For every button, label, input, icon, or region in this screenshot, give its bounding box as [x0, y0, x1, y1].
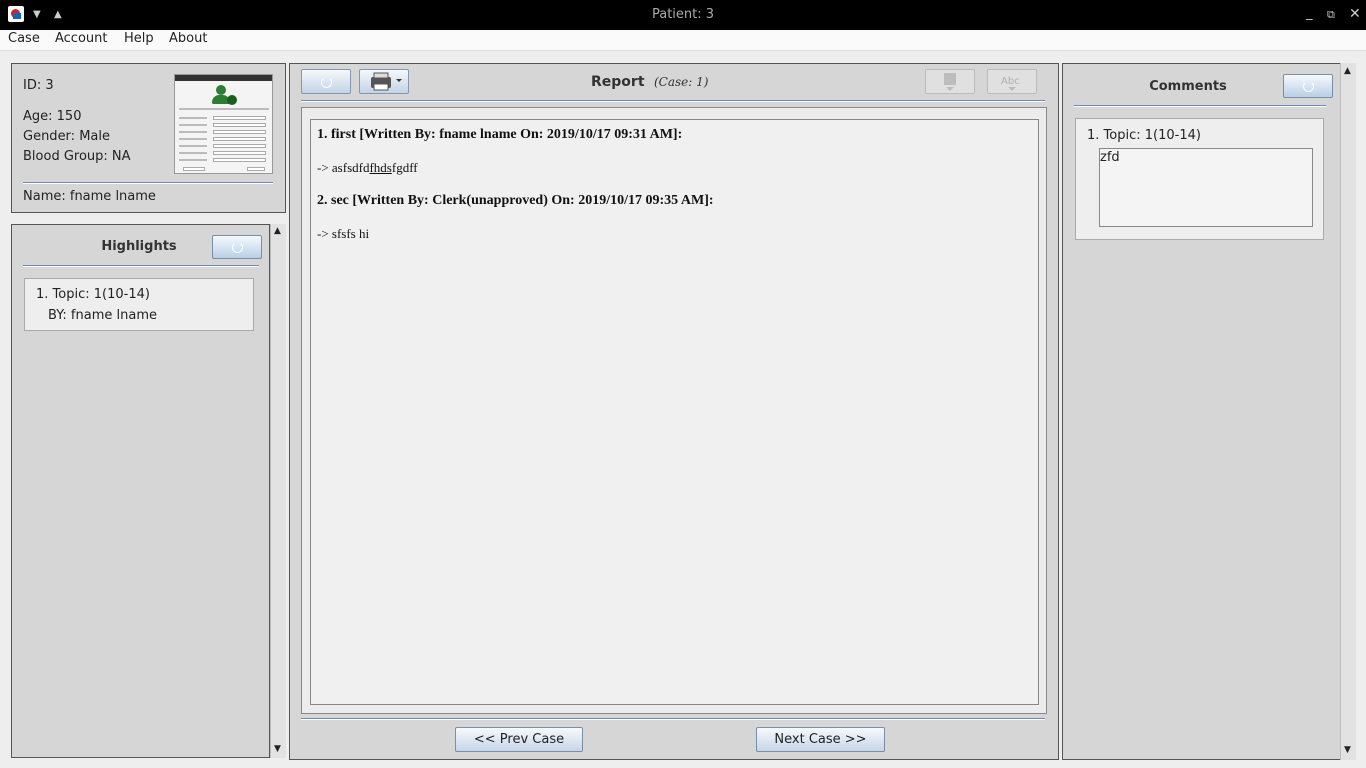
spellcheck-icon: Abc [1001, 76, 1020, 91]
scroll-up-icon[interactable]: ▲ [1344, 66, 1351, 76]
patient-id: ID: 3 [23, 78, 54, 93]
list-item[interactable]: 1. Topic: 1(10-14) BY: fname lname [24, 278, 254, 331]
printer-icon [371, 72, 402, 91]
next-case-button[interactable]: Next Case >> [756, 727, 885, 752]
highlights-scrollbar[interactable]: ▲ ▼ [270, 224, 286, 758]
comment-topic: 1. Topic: 1(10-14) [1087, 128, 1201, 143]
menu-case[interactable]: Case [8, 31, 40, 46]
divider [301, 718, 1045, 720]
menu-account[interactable]: Account [55, 31, 108, 46]
title-bar: ▼ ▲ Patient: 3 _ ⧉ ✕ [0, 0, 1366, 30]
spellcheck-button[interactable]: Abc [987, 69, 1037, 94]
prev-case-button[interactable]: << Prev Case [455, 727, 583, 752]
report-entry-title: 1. first [Written By: fname lname On: 20… [317, 127, 683, 142]
case-label: (Case: 1) [654, 75, 709, 89]
report-panel: Report (Case: 1) Abc 1. first [Written B… [289, 63, 1059, 760]
refresh-icon [232, 242, 243, 253]
menu-bar: Case Account Help About [0, 30, 1366, 51]
report-entry-text: -> sfsfs hi [317, 226, 370, 241]
add-user-icon [216, 85, 226, 95]
refresh-icon [1303, 81, 1314, 92]
scroll-up-icon[interactable]: ▲ [274, 226, 281, 236]
highlight-topic: 1. Topic: 1(10-14) [36, 287, 150, 302]
divider [1074, 105, 1326, 107]
report-refresh-button[interactable] [301, 69, 351, 94]
report-entry-text: -> asfsdfdfhdsfgdff [317, 160, 418, 175]
comments-panel: Comments 1. Topic: 1(10-14) zfd [1062, 63, 1356, 760]
report-heading: Report [591, 74, 645, 90]
divider [23, 265, 259, 267]
patient-info-panel: ID: 3 Age: 150 Gender: Male Blood Group:… [11, 63, 286, 213]
divider [301, 100, 1045, 102]
scroll-down-icon[interactable]: ▼ [1344, 745, 1351, 755]
patient-gender: Gender: Male [23, 129, 110, 144]
window-title: Patient: 3 [651, 7, 715, 22]
comment-text-field[interactable]: zfd [1099, 148, 1313, 227]
bookmark-button[interactable] [925, 69, 975, 94]
patient-blood-group: Blood Group: NA [23, 149, 131, 164]
divider [23, 182, 273, 184]
close-icon[interactable]: ✕ [1349, 6, 1361, 22]
highlight-author: BY: fname lname [48, 308, 157, 323]
menu-help[interactable]: Help [124, 31, 154, 46]
list-item[interactable]: 1. Topic: 1(10-14) zfd [1075, 118, 1324, 240]
scroll-down-icon[interactable]: ▼ [274, 744, 281, 754]
svg-text:Abc: Abc [1001, 76, 1020, 87]
refresh-icon [321, 76, 332, 88]
restore-icon[interactable]: ⧉ [1327, 8, 1335, 22]
comments-heading: Comments [1149, 79, 1227, 94]
patient-photo-thumbnail [174, 74, 273, 174]
bookmark-icon [944, 73, 956, 91]
report-text-area[interactable]: 1. first [Written By: fname lname On: 20… [310, 119, 1039, 705]
comments-scrollbar[interactable]: ▲ ▼ [1340, 63, 1356, 760]
patient-age: Age: 150 [23, 109, 82, 124]
highlights-panel: Highlights 1. Topic: 1(10-14) BY: fname … [11, 224, 270, 758]
report-entry-title: 2. sec [Written By: Clerk(unapproved) On… [317, 193, 714, 208]
patient-name: Name: fname lname [23, 189, 156, 204]
menu-about[interactable]: About [169, 31, 207, 46]
print-button[interactable] [359, 69, 409, 94]
minimize-icon[interactable]: _ [1306, 6, 1313, 21]
comments-refresh-button[interactable] [1283, 74, 1333, 98]
highlights-refresh-button[interactable] [212, 235, 262, 259]
